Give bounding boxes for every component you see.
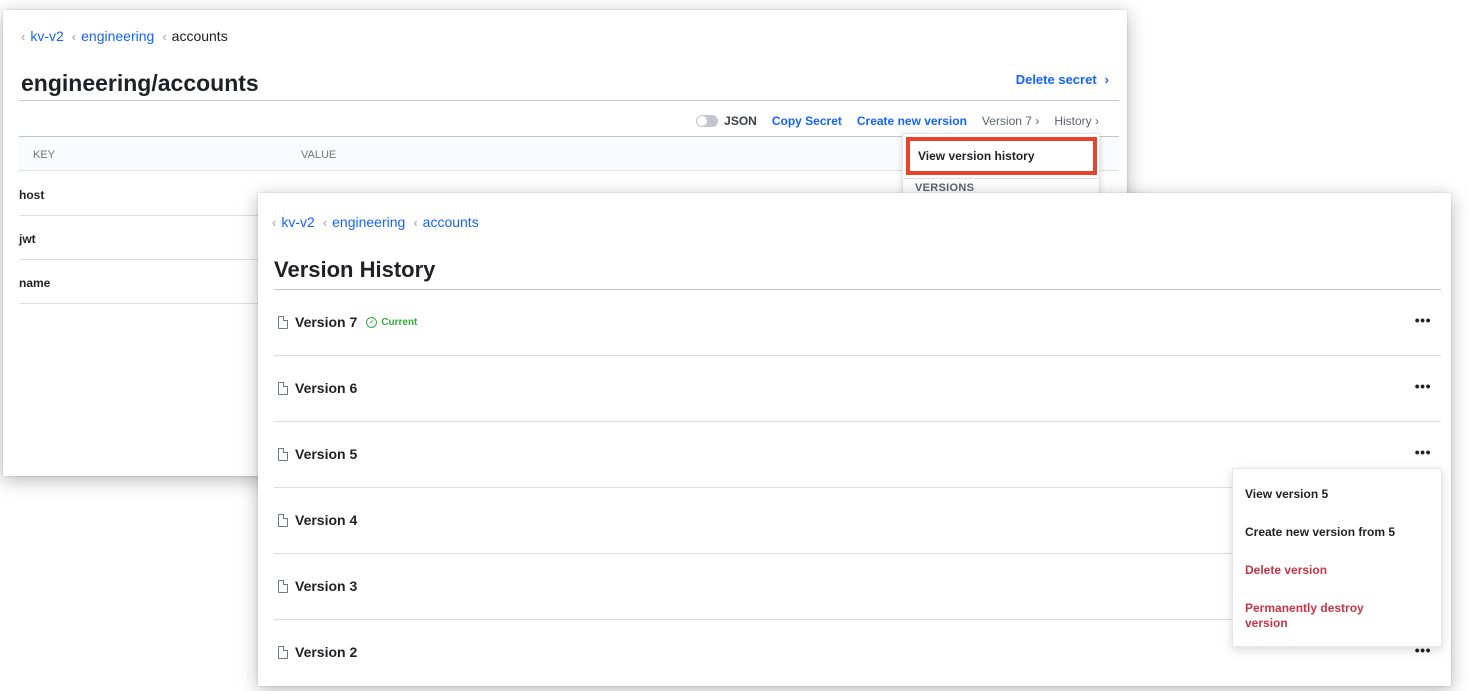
chevron-left-icon: ‹ <box>71 28 77 44</box>
chevron-left-icon: ‹ <box>162 28 167 44</box>
row-key: host <box>19 188 45 202</box>
version-row-6[interactable]: Version 6 ••• <box>274 356 1441 422</box>
version-label: Version 6 <box>295 380 358 396</box>
version-label: Version 3 <box>295 578 358 594</box>
more-horizontal-icon[interactable]: ••• <box>1415 378 1431 394</box>
breadcrumb-engineering[interactable]: engineering <box>81 28 154 44</box>
breadcrumb-engineering[interactable]: engineering <box>332 214 405 230</box>
view-version-item[interactable]: View version 5 <box>1245 487 1328 501</box>
chevron-right-icon: › <box>1095 114 1099 128</box>
breadcrumb-kv-v2[interactable]: kv-v2 <box>30 28 63 44</box>
check-circle-icon: ✓ <box>366 316 378 328</box>
chevron-left-icon: ‹ <box>322 214 328 230</box>
history-menu-trigger[interactable]: History › <box>1054 114 1099 128</box>
json-toggle-label: JSON <box>724 114 757 128</box>
copy-secret-button[interactable]: Copy Secret <box>772 114 842 128</box>
file-icon <box>278 381 288 395</box>
version-actions-menu: View version 5 Create new version from 5… <box>1232 468 1442 647</box>
more-horizontal-icon[interactable]: ••• <box>1415 444 1431 460</box>
version-history-panel: ‹ kv-v2 ‹ engineering ‹ accounts Version… <box>258 193 1451 686</box>
create-new-version-item[interactable]: Create new version from 5 <box>1245 525 1395 539</box>
view-version-history-item[interactable]: View version history <box>906 137 1097 175</box>
more-horizontal-icon[interactable]: ••• <box>1415 312 1431 328</box>
page-title: engineering/accounts <box>21 70 259 96</box>
secret-toolbar: JSON Copy Secret Create new version Vers… <box>19 110 1099 132</box>
delete-version-item[interactable]: Delete version <box>1245 563 1327 577</box>
destroy-version-label-line2: version <box>1245 616 1288 630</box>
row-key: jwt <box>19 232 36 246</box>
delete-secret-button[interactable]: Delete secret › <box>1016 72 1109 87</box>
breadcrumb-kv-v2[interactable]: kv-v2 <box>281 214 314 230</box>
file-icon <box>278 447 288 461</box>
version-row-7[interactable]: Version 7 ✓ Current ••• <box>274 290 1441 356</box>
file-icon <box>278 513 288 527</box>
version-menu-label: Version 7 <box>981 114 1032 128</box>
column-header-key: KEY <box>33 149 56 161</box>
version-menu-trigger[interactable]: Version 7 › <box>982 114 1039 128</box>
current-badge-label: Current <box>381 316 418 328</box>
file-icon <box>278 315 288 329</box>
breadcrumb-accounts: accounts <box>171 28 228 44</box>
delete-secret-label: Delete secret <box>1015 72 1097 87</box>
version-label: Version 2 <box>295 644 358 660</box>
breadcrumb: ‹ kv-v2 ‹ engineering ‹ accounts <box>272 214 487 230</box>
file-icon <box>278 579 288 593</box>
chevron-left-icon: ‹ <box>21 28 26 44</box>
column-header-value: VALUE <box>301 149 337 161</box>
toggle-switch-icon <box>696 115 719 127</box>
version-label: Version 7 <box>295 314 358 330</box>
file-icon <box>278 645 288 659</box>
chevron-right-icon: › <box>1035 114 1040 128</box>
divider <box>903 178 1099 179</box>
destroy-version-label-line1: Permanently destroy <box>1245 601 1364 615</box>
current-badge: ✓ Current <box>366 316 418 328</box>
version-label: Version 4 <box>295 512 358 528</box>
row-key: name <box>19 276 51 290</box>
destroy-version-item[interactable]: Permanently destroy version <box>1245 601 1364 631</box>
divider <box>19 100 1119 101</box>
version-label: Version 5 <box>295 446 358 462</box>
chevron-left-icon: ‹ <box>272 214 277 230</box>
chevron-left-icon: ‹ <box>413 214 418 230</box>
page-title: Version History <box>274 257 436 282</box>
breadcrumb-accounts[interactable]: accounts <box>423 214 479 230</box>
breadcrumb: ‹ kv-v2 ‹ engineering ‹ accounts <box>21 28 228 44</box>
history-menu-label: History <box>1054 114 1092 128</box>
chevron-right-icon: › <box>1104 72 1109 87</box>
create-new-version-button[interactable]: Create new version <box>857 114 967 128</box>
json-toggle[interactable]: JSON <box>696 114 757 128</box>
